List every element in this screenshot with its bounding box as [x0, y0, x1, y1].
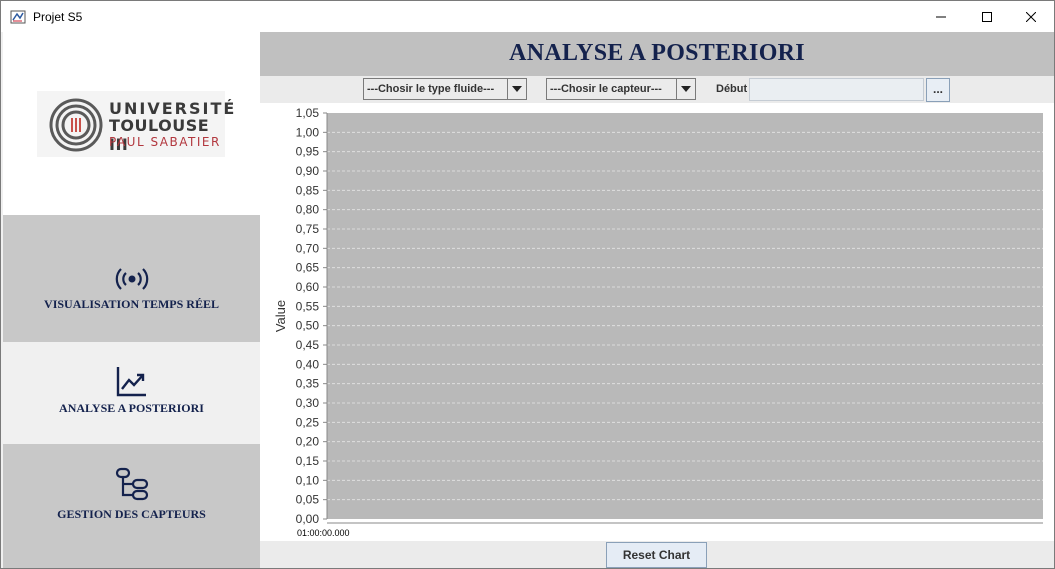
- fluid-type-select[interactable]: ---Chosir le type fluide---: [363, 78, 527, 100]
- sidebar-item-label: GESTION DES CAPTEURS: [57, 507, 206, 521]
- close-icon: [1026, 11, 1036, 22]
- broadcast-icon: [115, 268, 148, 290]
- logo-line-3: PAUL SABATIER: [109, 135, 221, 149]
- y-tick-label: 1,00: [296, 125, 320, 139]
- y-tick-label: 0,30: [296, 396, 320, 410]
- page-title: ANALYSE A POSTERIORI: [509, 40, 805, 66]
- y-tick-label: 0,40: [296, 357, 320, 371]
- sensor-select[interactable]: ---Chosir le capteur---: [546, 78, 696, 100]
- y-tick-label: 0,80: [296, 203, 320, 217]
- y-tick-label: 0,00: [296, 512, 320, 526]
- sensor-select-value: ---Chosir le capteur---: [550, 83, 662, 95]
- chevron-down-icon[interactable]: [676, 79, 695, 99]
- page-header: ANALYSE A POSTERIORI: [260, 32, 1054, 76]
- debut-label: Début: [716, 83, 748, 95]
- chart-panel: 1,05 1,00 0,95 0,90 0,85 0,80 0,75 0,70 0,65 0,60…: [260, 103, 1054, 541]
- x-tick-label: 01:00:00.000: [297, 528, 350, 538]
- minimize-icon: [936, 16, 946, 17]
- device-hub-icon: [115, 467, 148, 501]
- sidebar-item-analyse[interactable]: ANALYSE A POSTERIORI: [3, 342, 260, 444]
- y-tick-label: 0,85: [296, 183, 320, 197]
- university-logo: UNIVERSITÉ TOULOUSE III PAUL SABATIER: [37, 91, 234, 157]
- y-axis-label: Value: [273, 300, 288, 332]
- close-button[interactable]: [1008, 1, 1054, 32]
- y-tick-label: 0,15: [296, 454, 320, 468]
- university-seal-icon: [49, 98, 103, 152]
- logo-area: UNIVERSITÉ TOULOUSE III PAUL SABATIER: [3, 32, 260, 215]
- y-tick-label: 0,70: [296, 241, 320, 255]
- fluid-type-select-value: ---Chosir le type fluide---: [367, 83, 495, 95]
- reset-chart-button[interactable]: Reset Chart: [606, 542, 707, 568]
- minimize-button[interactable]: [918, 1, 964, 32]
- sidebar-item-visualisation[interactable]: VISUALISATION TEMPS RÉEL: [3, 239, 260, 341]
- y-tick-label: 0,35: [296, 377, 320, 391]
- plot-background: [327, 113, 1043, 519]
- trending-chart-icon: [116, 367, 146, 397]
- java-app-icon: [10, 10, 26, 24]
- maximize-button[interactable]: [964, 1, 1010, 32]
- maximize-icon: [982, 11, 992, 22]
- bottom-bar: Reset Chart: [260, 541, 1054, 568]
- y-tick-label: 0,05: [296, 493, 320, 507]
- sidebar: UNIVERSITÉ TOULOUSE III PAUL SABATIER VI…: [3, 32, 260, 568]
- title-bar: Projet S5: [1, 1, 1054, 32]
- y-tick-label: 0,55: [296, 299, 320, 313]
- app-window: Projet S5 UNIVERSITÉ TOULOUSE III PAUL S…: [0, 0, 1055, 569]
- chevron-down-icon[interactable]: [507, 79, 526, 99]
- sidebar-item-gestion[interactable]: GESTION DES CAPTEURS: [3, 445, 260, 547]
- y-tick-label: 1,05: [296, 106, 320, 120]
- y-tick-label: 0,95: [296, 145, 320, 159]
- y-tick-label: 0,60: [296, 280, 320, 294]
- filter-toolbar: ---Chosir le type fluide--- ---Chosir le…: [260, 76, 1054, 103]
- y-tick-label: 0,90: [296, 164, 320, 178]
- y-tick-label: 0,50: [296, 319, 320, 333]
- window-title: Projet S5: [33, 10, 83, 24]
- browse-date-button[interactable]: ...: [926, 78, 950, 102]
- sidebar-item-label: ANALYSE A POSTERIORI: [59, 401, 204, 415]
- y-tick-label: 0,45: [296, 338, 320, 352]
- y-tick-label: 0,65: [296, 261, 320, 275]
- y-tick-label: 0,10: [296, 473, 320, 487]
- y-tick-label: 0,75: [296, 222, 320, 236]
- y-tick-label: 0,20: [296, 435, 320, 449]
- debut-date-field[interactable]: [749, 78, 924, 101]
- sidebar-item-label: VISUALISATION TEMPS RÉEL: [44, 297, 219, 311]
- y-tick-label: 0,25: [296, 415, 320, 429]
- chart-svg: 1,05 1,00 0,95 0,90 0,85 0,80 0,75 0,70 0,65 0,60…: [273, 106, 1043, 538]
